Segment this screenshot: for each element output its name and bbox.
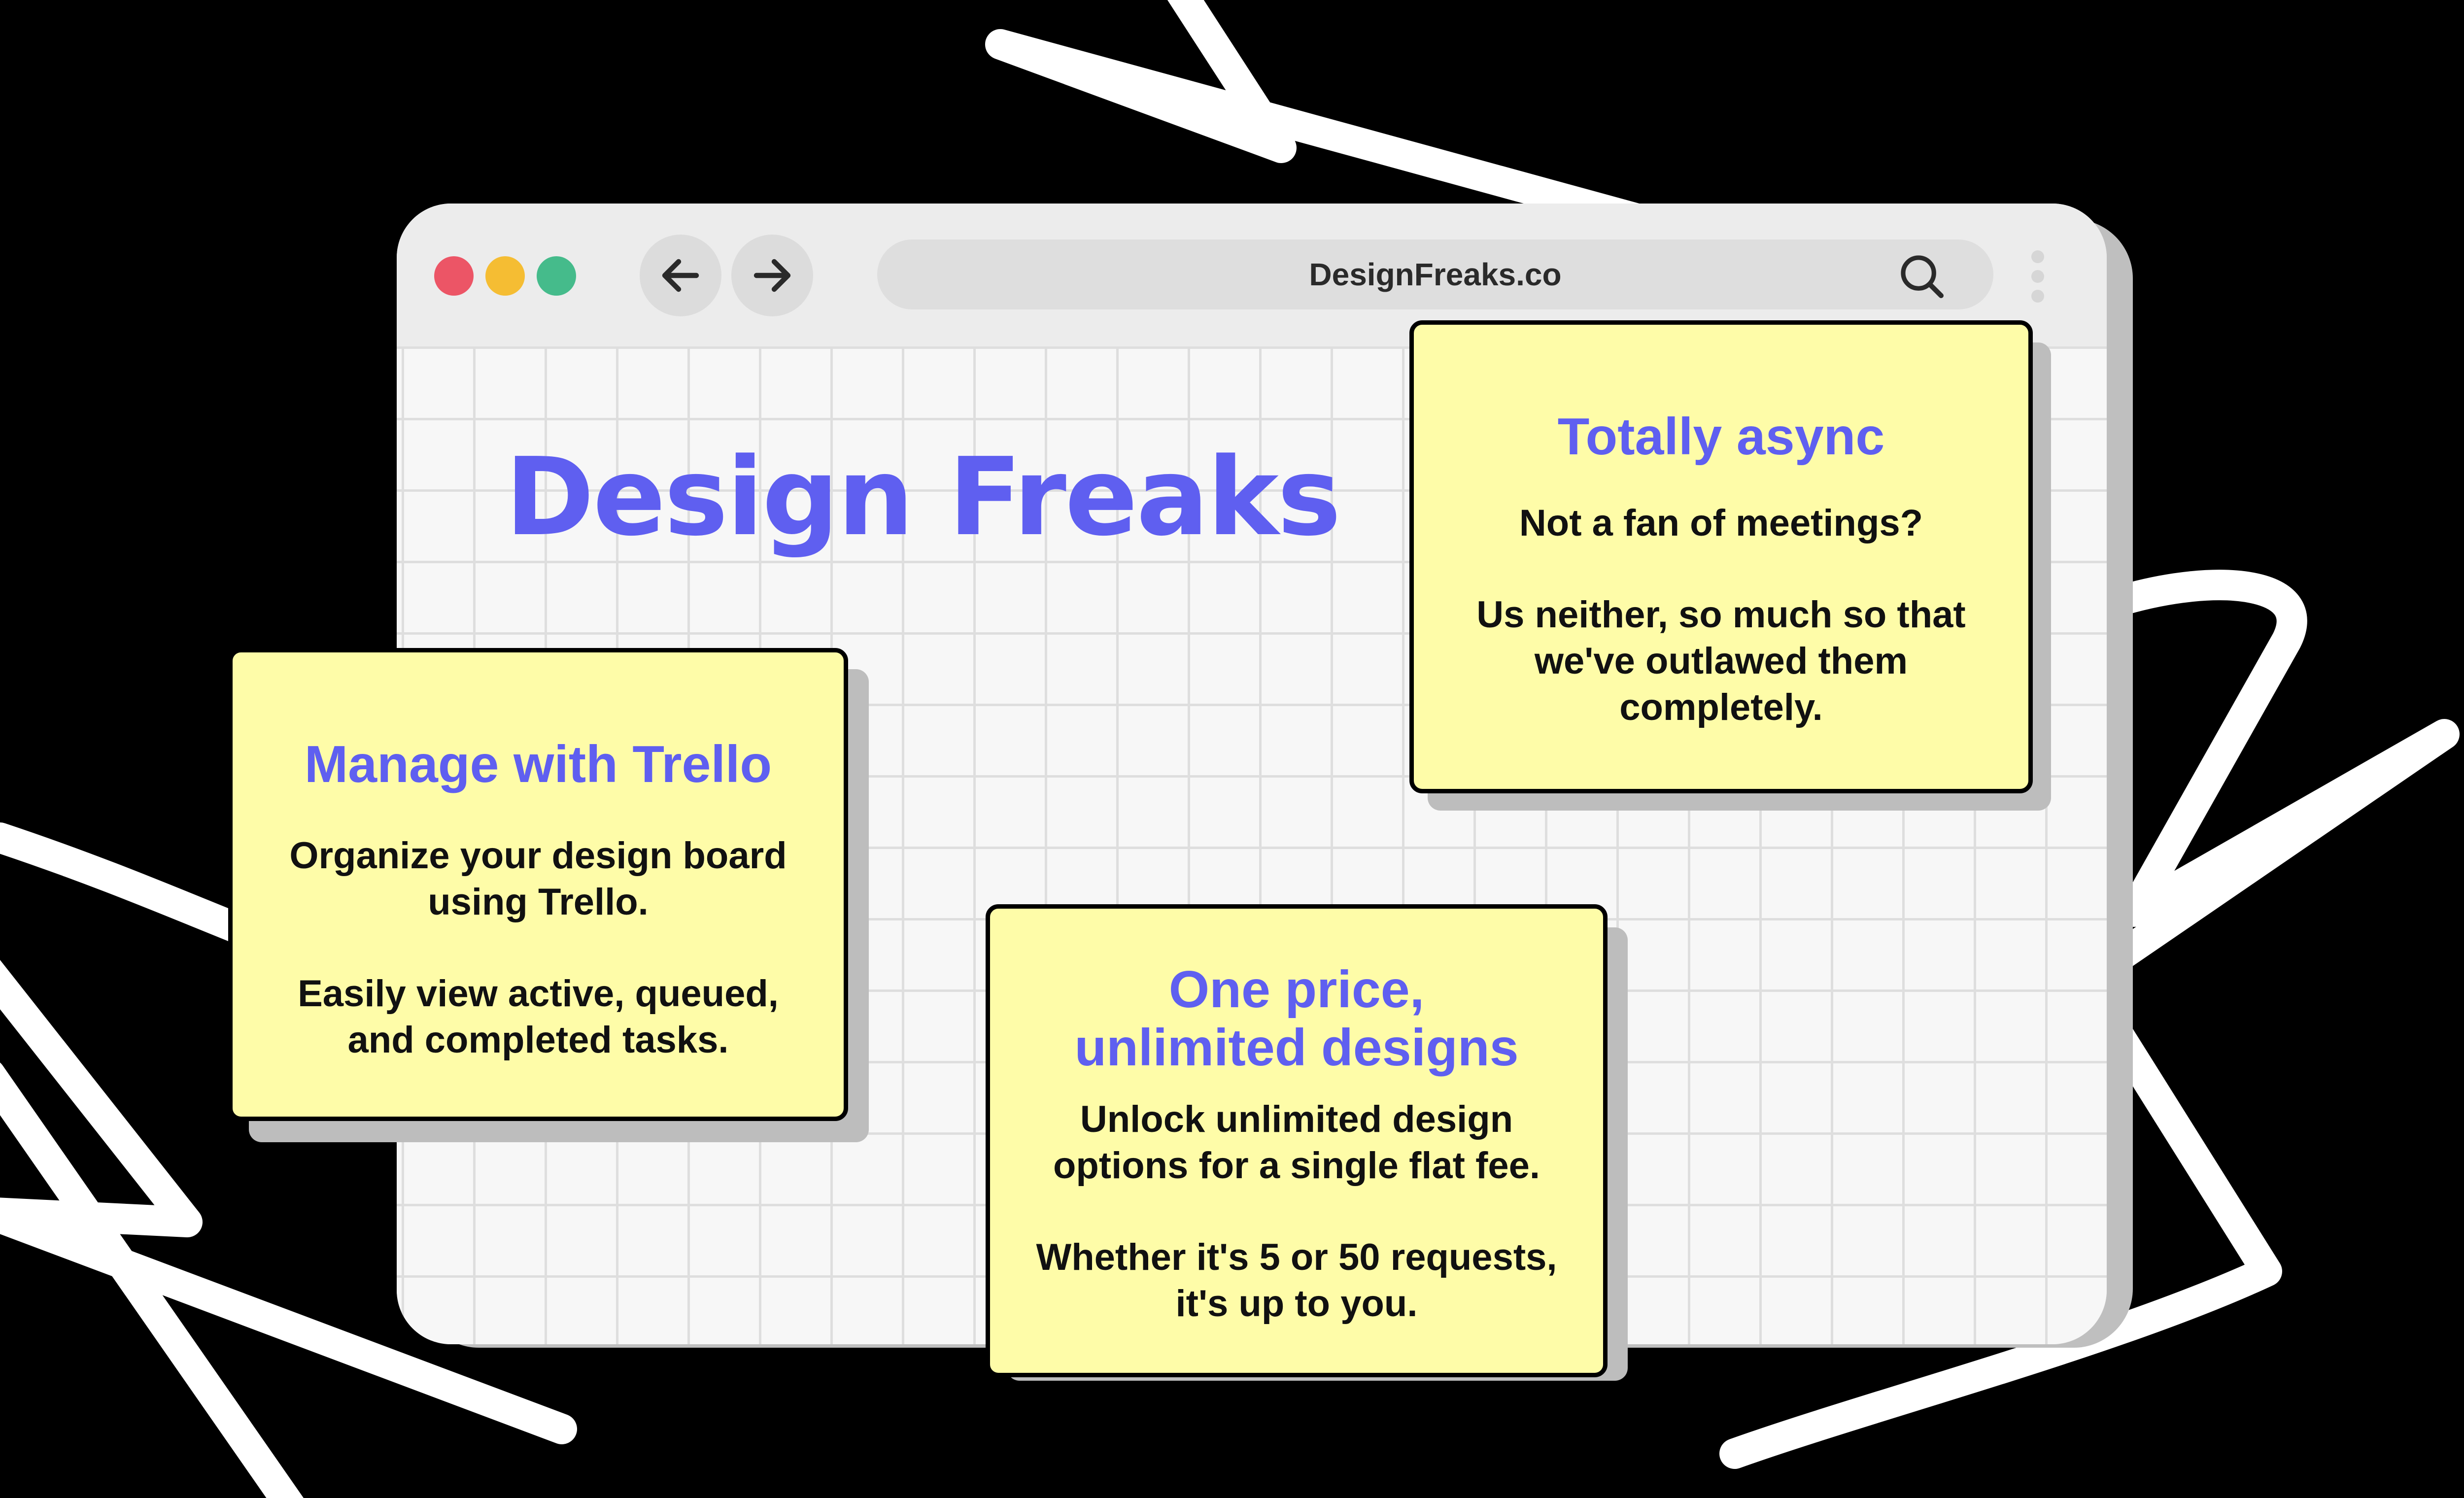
card-title: Manage with Trello xyxy=(304,735,772,793)
brand-title: Design Freaks xyxy=(505,435,1341,560)
maximize-window-button[interactable] xyxy=(537,256,576,296)
address-url[interactable]: DesignFreaks.co xyxy=(877,239,1993,309)
card-text: Us neither, so much so that we've outlaw… xyxy=(1476,594,1966,728)
kebab-dot xyxy=(2031,270,2044,283)
arrow-left-icon xyxy=(662,259,699,292)
close-window-button[interactable] xyxy=(434,256,474,296)
card-text: Unlock unlimited design options for a si… xyxy=(1053,1098,1540,1187)
card-text: Organize your design board using Trello. xyxy=(289,835,787,923)
kebab-menu-icon[interactable] xyxy=(2028,250,2048,309)
forward-button[interactable] xyxy=(731,235,813,316)
kebab-dot xyxy=(2031,290,2044,303)
feature-card-price: One price, unlimited designs Unlock unli… xyxy=(986,904,1608,1377)
card-text: Not a fan of meetings? xyxy=(1519,502,1923,544)
card-title: One price, unlimited designs xyxy=(1074,960,1519,1077)
feature-card-async: Totally async Not a fan of meetings? Us … xyxy=(1409,320,2033,793)
search-icon xyxy=(1901,255,1944,298)
feature-card-trello: Manage with Trello Organize your design … xyxy=(228,648,848,1121)
search-button[interactable] xyxy=(1895,249,1949,304)
back-button[interactable] xyxy=(640,235,721,316)
address-bar[interactable]: DesignFreaks.co xyxy=(877,239,1993,309)
card-title: Totally async xyxy=(1557,408,1885,466)
minimize-window-button[interactable] xyxy=(485,256,525,296)
card-text: Easily view active, queued, and complete… xyxy=(298,973,779,1061)
promo-canvas: DesignFreaks.co Design Freaks Totally as… xyxy=(0,0,2464,1498)
card-text: Whether it's 5 or 50 requests, it's up t… xyxy=(1036,1236,1557,1325)
arrow-right-icon xyxy=(753,259,791,292)
kebab-dot xyxy=(2031,250,2044,263)
